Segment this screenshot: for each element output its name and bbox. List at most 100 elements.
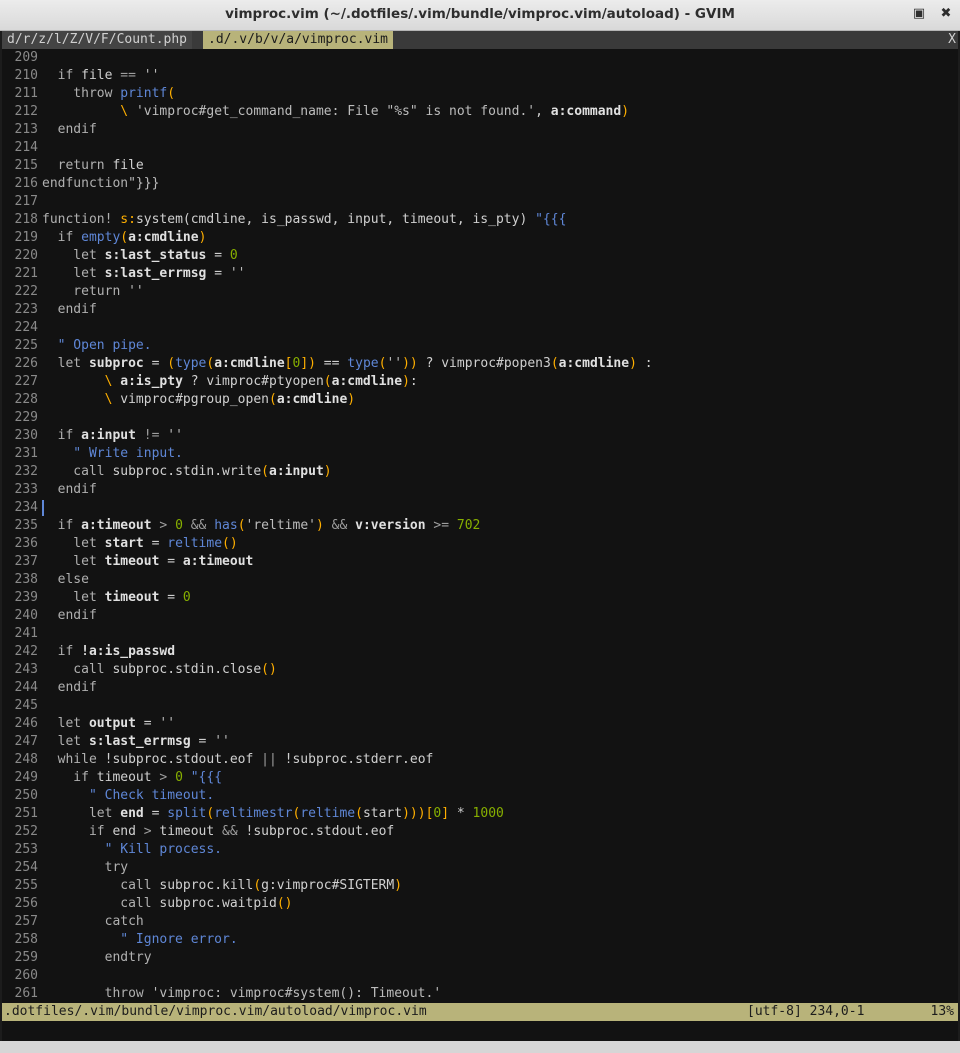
code-line[interactable]: 249 if timeout > 0 "{{{ xyxy=(2,769,223,787)
code-line[interactable]: 219 if empty(a:cmdline) xyxy=(2,229,207,247)
code-line[interactable]: 258 " Ignore error. xyxy=(2,931,238,949)
close-button[interactable]: ✖ xyxy=(936,4,956,24)
code-line[interactable]: 244 endif xyxy=(2,679,97,697)
code-line[interactable]: 225 " Open pipe. xyxy=(2,337,152,355)
tab-count-php[interactable]: d/r/z/l/Z/V/F/Count.php xyxy=(2,31,193,49)
line-number: 241 xyxy=(14,626,38,641)
code-line[interactable]: 233 endif xyxy=(2,481,97,499)
code-line[interactable]: 217 xyxy=(2,193,42,211)
code-line[interactable]: 224 xyxy=(2,319,42,337)
maximize-button[interactable]: ▣ xyxy=(909,4,929,24)
code-line[interactable]: 239 let timeout = 0 xyxy=(2,589,191,607)
window-titlebar[interactable]: vimproc.vim (~/.dotfiles/.vim/bundle/vim… xyxy=(0,0,960,31)
code-line[interactable]: 252 if end > timeout && !subproc.stdout.… xyxy=(2,823,395,841)
line-number: 246 xyxy=(14,716,38,731)
code-line[interactable]: 261 throw 'vimproc: vimproc#system(): Ti… xyxy=(2,985,442,1003)
line-number: 245 xyxy=(14,698,38,713)
code-line[interactable]: 213 endif xyxy=(2,121,97,139)
status-percent: 13% xyxy=(930,1004,954,1019)
code-line[interactable]: 230 if a:input != '' xyxy=(2,427,183,445)
line-number: 260 xyxy=(14,968,38,983)
code-line[interactable]: 250 " Check timeout. xyxy=(2,787,215,805)
code-line[interactable]: 214 xyxy=(2,139,42,157)
line-number: 215 xyxy=(14,158,38,173)
line-code: if a:input != '' xyxy=(42,428,183,443)
code-line[interactable]: 248 while !subproc.stdout.eof || !subpro… xyxy=(2,751,434,769)
code-line[interactable]: 253 " Kill process. xyxy=(2,841,223,859)
line-code: call subproc.waitpid() xyxy=(42,896,293,911)
code-line[interactable]: 215 return file xyxy=(2,157,144,175)
code-line[interactable]: 231 " Write input. xyxy=(2,445,183,463)
code-line[interactable]: 210 if file == '' xyxy=(2,67,160,85)
line-code: if end > timeout && !subproc.stdout.eof xyxy=(42,824,395,839)
line-code: catch xyxy=(42,914,144,929)
line-number: 255 xyxy=(14,878,38,893)
line-code: let timeout = 0 xyxy=(42,590,191,605)
line-code: return '' xyxy=(42,284,144,299)
code-line[interactable]: 229 xyxy=(2,409,42,427)
line-number: 237 xyxy=(14,554,38,569)
line-code: let timeout = a:timeout xyxy=(42,554,254,569)
code-line[interactable]: 243 call subproc.stdin.close() xyxy=(2,661,277,679)
line-number: 231 xyxy=(14,446,38,461)
line-code: let end = split(reltimestr(reltime(start… xyxy=(42,806,504,821)
code-line[interactable]: 246 let output = '' xyxy=(2,715,176,733)
code-line[interactable]: 220 let s:last_status = 0 xyxy=(2,247,238,265)
code-line[interactable]: 232 call subproc.stdin.write(a:input) xyxy=(2,463,332,481)
line-code: let s:last_status = 0 xyxy=(42,248,238,263)
code-line[interactable]: 257 catch xyxy=(2,913,144,931)
status-encoding-position: [utf-8] 234,0-1 xyxy=(747,1004,865,1019)
code-line[interactable]: 211 throw printf( xyxy=(2,85,176,103)
code-line[interactable]: 223 endif xyxy=(2,301,97,319)
code-line[interactable]: 222 return '' xyxy=(2,283,144,301)
code-line[interactable]: 242 if !a:is_passwd xyxy=(2,643,176,661)
line-code: endif xyxy=(42,302,97,317)
window-title: vimproc.vim (~/.dotfiles/.vim/bundle/vim… xyxy=(225,6,735,22)
code-line[interactable]: 238 else xyxy=(2,571,89,589)
line-number: 228 xyxy=(14,392,38,407)
code-line[interactable]: 254 try xyxy=(2,859,129,877)
code-line[interactable]: 235 if a:timeout > 0 && has('reltime') &… xyxy=(2,517,481,535)
code-line[interactable]: 209 xyxy=(2,49,42,67)
tab-vimproc-vim[interactable]: .d/.v/b/v/a/vimproc.vim xyxy=(203,31,394,49)
code-line[interactable]: 251 let end = split(reltimestr(reltime(s… xyxy=(2,805,504,823)
code-line[interactable]: 216 endfunction"}}} xyxy=(2,175,160,193)
code-line[interactable]: 228 \ vimproc#pgroup_open(a:cmdline) xyxy=(2,391,356,409)
line-code: throw 'vimproc: vimproc#system(): Timeou… xyxy=(42,986,442,1001)
code-line[interactable]: 247 let s:last_errmsg = '' xyxy=(2,733,230,751)
code-line[interactable]: 255 call subproc.kill(g:vimproc#SIGTERM) xyxy=(2,877,403,895)
line-number: 235 xyxy=(14,518,38,533)
line-code: " Open pipe. xyxy=(42,338,152,353)
code-line[interactable]: 218 function! s:system(cmdline, is_passwd… xyxy=(2,211,567,229)
line-code: if a:timeout > 0 && has('reltime') && v:… xyxy=(42,518,481,533)
line-number: 244 xyxy=(14,680,38,695)
code-line[interactable]: 221 let s:last_errmsg = '' xyxy=(2,265,246,283)
line-code: let s:last_errmsg = '' xyxy=(42,266,246,281)
code-line[interactable]: 240 endif xyxy=(2,607,97,625)
tab-close-button[interactable]: X xyxy=(948,31,956,49)
code-line[interactable]: 234 xyxy=(2,499,42,517)
code-line[interactable]: 256 call subproc.waitpid() xyxy=(2,895,293,913)
line-number: 216 xyxy=(14,176,38,191)
code-line[interactable]: 226 let subproc = (type(a:cmdline[0]) ==… xyxy=(2,355,653,373)
tabline: d/r/z/l/Z/V/F/Count.php .d/.v/b/v/a/vimp… xyxy=(2,31,958,49)
code-line[interactable]: 212 \ 'vimproc#get_command_name: File "%… xyxy=(2,103,630,121)
code-line[interactable]: 260 xyxy=(2,967,42,985)
vim-window: d/r/z/l/Z/V/F/Count.php .d/.v/b/v/a/vimp… xyxy=(2,31,958,1041)
code-line[interactable]: 241 xyxy=(2,625,42,643)
line-number: 259 xyxy=(14,950,38,965)
code-editor[interactable]: 209 210 if file == '' 211 throw printf(212… xyxy=(2,49,958,1003)
command-line[interactable] xyxy=(2,1021,958,1041)
code-line[interactable]: 245 xyxy=(2,697,42,715)
code-line[interactable]: 259 endtry xyxy=(2,949,152,967)
code-line[interactable]: 236 let start = reltime() xyxy=(2,535,238,553)
line-code: \ vimproc#pgroup_open(a:cmdline) xyxy=(104,392,356,407)
code-line[interactable]: 227 \ a:is_pty ? vimproc#ptyopen(a:cmdli… xyxy=(2,373,418,391)
line-number: 250 xyxy=(14,788,38,803)
line-number: 254 xyxy=(14,860,38,875)
code-line[interactable]: 237 let timeout = a:timeout xyxy=(2,553,254,571)
line-code: function! s:system(cmdline, is_passwd, i… xyxy=(42,212,567,227)
